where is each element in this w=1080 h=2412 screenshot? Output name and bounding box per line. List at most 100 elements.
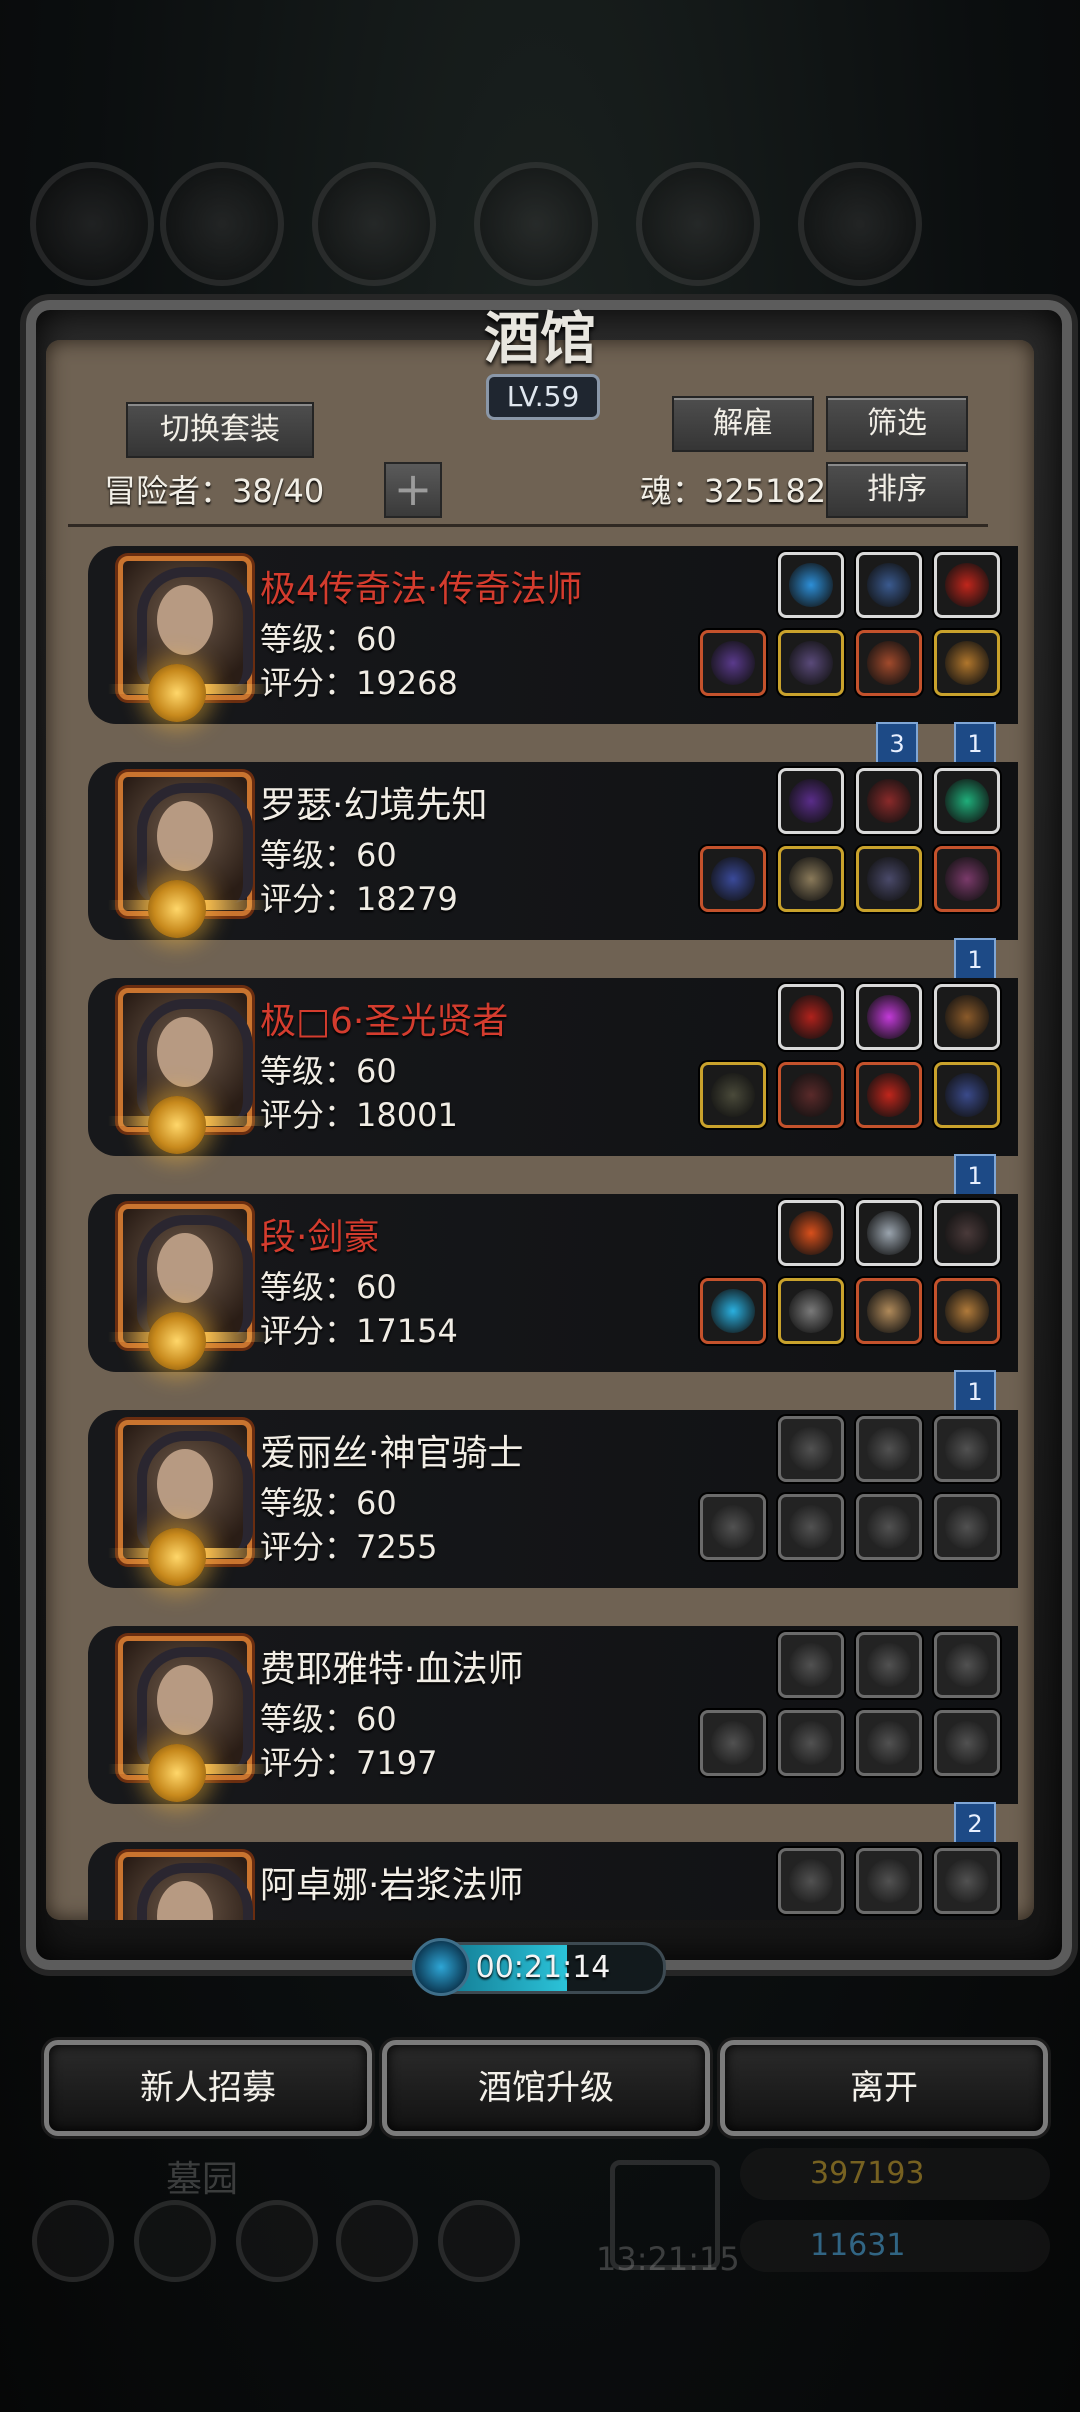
face-shape <box>157 1449 213 1519</box>
equipment-icon <box>867 1505 911 1549</box>
gem-amount: 11631 <box>810 2228 906 2263</box>
equipment-slot[interactable] <box>856 1416 922 1482</box>
equipment-icon <box>789 563 833 607</box>
equipment-slot[interactable] <box>934 984 1000 1050</box>
equipment-icon <box>789 1859 833 1903</box>
hero-card[interactable]: 阿卓娜·岩浆法师 <box>88 1842 1018 1920</box>
area-name: 墓园 <box>166 2159 239 2200</box>
equipment-icon <box>945 641 989 685</box>
hero-level: 等级：60 <box>260 1700 397 1738</box>
equipment-slot[interactable] <box>934 1632 1000 1698</box>
equipment-icon <box>789 641 833 685</box>
equipment-slot[interactable] <box>934 768 1000 834</box>
equipment-slot[interactable] <box>778 1200 844 1266</box>
equipment-icon <box>945 1289 989 1333</box>
equipment-slot[interactable] <box>934 552 1000 618</box>
equipment-slot[interactable] <box>700 1278 766 1344</box>
equipment-slot[interactable] <box>856 552 922 618</box>
equipment-slot[interactable] <box>778 552 844 618</box>
equipment-slot[interactable] <box>778 1062 844 1128</box>
equipment-slot[interactable] <box>700 630 766 696</box>
equipment-icon <box>789 1643 833 1687</box>
equipment-slot[interactable] <box>778 768 844 834</box>
equipment-slot[interactable] <box>934 846 1000 912</box>
equipment-slot[interactable] <box>700 1710 766 1776</box>
equipment-icon <box>945 857 989 901</box>
hero-level: 等级：60 <box>260 1484 397 1522</box>
iron-icon <box>798 162 922 286</box>
hero-card[interactable]: 罗瑟·幻境先知 等级：60 评分：18279 <box>88 762 1018 940</box>
add-slot-button[interactable]: + <box>384 462 442 518</box>
equipment-slot[interactable] <box>856 1632 922 1698</box>
rank-emblem-icon <box>148 1744 206 1802</box>
switch-outfit-button[interactable]: 切换套装 <box>126 402 314 458</box>
header-divider <box>68 524 988 527</box>
tavern-upgrade-button[interactable]: 酒馆升级 <box>382 2040 710 2136</box>
face-shape <box>157 1017 213 1087</box>
equipment-icon <box>945 995 989 1039</box>
equipment-slot[interactable] <box>934 1278 1000 1344</box>
equipment-slot[interactable] <box>856 1062 922 1128</box>
equipment-icon <box>945 1721 989 1765</box>
leave-button[interactable]: 离开 <box>720 2040 1048 2136</box>
equipment-slot[interactable] <box>934 1710 1000 1776</box>
hero-card[interactable]: 爱丽丝·神官骑士 等级：60 评分：7255 <box>88 1410 1018 1588</box>
equipment-slot[interactable] <box>856 1200 922 1266</box>
hero-list[interactable]: 极4传奇法·传奇法师 等级：60 评分：19268 3 1 罗瑟·幻境先知 等级：60 评分：… <box>54 530 1024 1920</box>
equipment-slot[interactable] <box>934 630 1000 696</box>
equipment-slot[interactable] <box>934 1416 1000 1482</box>
equipment-slot[interactable] <box>856 1710 922 1776</box>
equipment-slot[interactable] <box>856 1278 922 1344</box>
dismiss-button[interactable]: 解雇 <box>672 396 814 452</box>
mail-icon <box>336 2200 418 2282</box>
equipment-icon <box>867 641 911 685</box>
equipment-slot[interactable] <box>700 1494 766 1560</box>
equipment-slot[interactable] <box>778 630 844 696</box>
rank-emblem-icon <box>148 664 206 722</box>
recruit-button[interactable]: 新人招募 <box>44 2040 372 2136</box>
equipment-icon <box>945 1505 989 1549</box>
equipment-slot[interactable] <box>934 1200 1000 1266</box>
crystal-icon <box>636 162 760 286</box>
hero-level: 等级：60 <box>260 836 397 874</box>
hero-name: 阿卓娜·岩浆法师 <box>260 1865 524 1906</box>
face-shape <box>157 801 213 871</box>
equipment-slot[interactable] <box>934 1848 1000 1914</box>
gift-timer: 13:21:15 <box>596 2240 740 2278</box>
hero-name: 段·剑豪 <box>260 1217 380 1258</box>
equipment-slot[interactable] <box>856 1848 922 1914</box>
equipment-icon <box>945 563 989 607</box>
equipment-slot[interactable] <box>778 1710 844 1776</box>
tavern-level-badge: LV.59 <box>486 374 600 420</box>
hero-level: 等级：60 <box>260 620 397 658</box>
equipment-slot[interactable] <box>856 1494 922 1560</box>
hero-card[interactable]: 极4传奇法·传奇法师 等级：60 评分：19268 <box>88 546 1018 724</box>
equipment-slot[interactable] <box>856 984 922 1050</box>
equipment-slot[interactable] <box>778 984 844 1050</box>
equipment-slot[interactable] <box>778 1278 844 1344</box>
equipment-slot[interactable] <box>934 1494 1000 1560</box>
equipment-icon <box>945 1859 989 1903</box>
equipment-slot[interactable] <box>778 1494 844 1560</box>
equipment-slot[interactable] <box>778 1632 844 1698</box>
event-icon <box>30 162 154 286</box>
sort-button[interactable]: 排序 <box>826 462 968 518</box>
equipment-slot[interactable] <box>778 846 844 912</box>
equipment-slot[interactable] <box>700 1062 766 1128</box>
equipment-slot[interactable] <box>856 846 922 912</box>
equipment-slot[interactable] <box>778 1848 844 1914</box>
equipment-slot[interactable] <box>778 1416 844 1482</box>
equipment-icon <box>789 1289 833 1333</box>
hero-portrait[interactable] <box>118 1852 253 1920</box>
equipment-slot[interactable] <box>700 846 766 912</box>
hero-card[interactable]: 极□6·圣光贤者 等级：60 评分：18001 <box>88 978 1018 1156</box>
hero-card[interactable]: 段·剑豪 等级：60 评分：17154 <box>88 1194 1018 1372</box>
filter-button[interactable]: 筛选 <box>826 396 968 452</box>
hero-name: 费耶雅特·血法师 <box>260 1649 524 1690</box>
hero-card[interactable]: 费耶雅特·血法师 等级：60 评分：7197 <box>88 1626 1018 1804</box>
face-shape <box>157 1233 213 1303</box>
equipment-slot[interactable] <box>856 768 922 834</box>
equipment-slot[interactable] <box>856 630 922 696</box>
hero-score: 评分：19268 <box>260 664 458 702</box>
equipment-slot[interactable] <box>934 1062 1000 1128</box>
